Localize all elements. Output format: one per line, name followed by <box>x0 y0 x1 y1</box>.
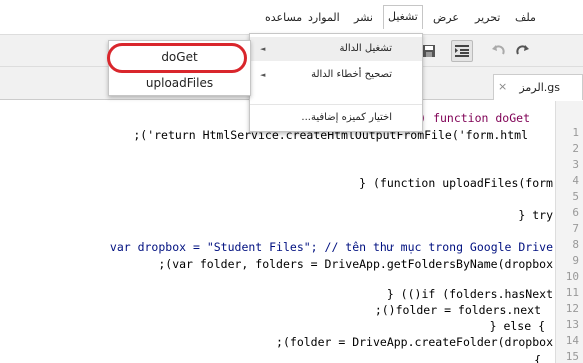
function-submenu: doGet uploadFiles <box>107 40 251 96</box>
tab-label: الرمز.gs <box>519 81 560 94</box>
line-number-gutter: 1 2 3 4 5 6 7 8 9 10 11 12 13 14 15 <box>555 101 583 363</box>
line-number: 7 <box>572 222 579 235</box>
submenu-arrow-icon: ◄ <box>260 45 266 53</box>
line-number: 5 <box>572 190 579 203</box>
menu-item-debug-function[interactable]: ◄ تصحيح أخطاء الدالة <box>250 63 422 87</box>
menu-item-label: تشغيل الدالة <box>339 43 392 54</box>
code-line: } (()if (folders.hasNext <box>386 287 553 301</box>
line-number: 12 <box>565 302 579 315</box>
indent-icon[interactable] <box>451 40 473 62</box>
line-number: 8 <box>572 238 579 251</box>
code-editor[interactable]: { () function doGet ;('return HtmlServic… <box>0 101 583 363</box>
line-number: 4 <box>572 174 579 187</box>
code-line: } (function uploadFiles(form <box>359 176 553 190</box>
line-number: 9 <box>572 254 579 267</box>
menu-item-label: ...اختيار كميزه إضافية <box>301 112 392 123</box>
close-icon[interactable]: × <box>498 80 507 93</box>
menu-help[interactable]: مساعده <box>265 7 302 31</box>
line-number: 14 <box>565 334 579 347</box>
submenu-item-doget[interactable]: doGet <box>109 45 250 69</box>
code-area[interactable]: { () function doGet ;('return HtmlServic… <box>0 101 555 363</box>
line-number: 3 <box>572 158 579 171</box>
line-number: 15 <box>565 350 579 363</box>
menu-item-select-addon[interactable]: ...اختيار كميزه إضافية <box>250 106 422 130</box>
code-line: ;(var folder, folders = DriveApp.getFold… <box>158 257 553 271</box>
code-line: } try <box>518 208 553 222</box>
code-line: } else { <box>489 319 545 333</box>
menu-item-label: تصحيح أخطاء الدالة <box>311 69 392 80</box>
run-dropdown-menu: ◄ تشغيل الدالة ◄ تصحيح أخطاء الدالة ...ا… <box>249 33 423 132</box>
menu-view[interactable]: عرض <box>433 7 459 31</box>
code-line: var dropbox = "Student Files"; // tên th… <box>109 240 553 254</box>
menu-file[interactable]: ملف <box>515 7 536 31</box>
line-number: 2 <box>572 142 579 155</box>
line-number: 11 <box>565 286 579 299</box>
code-line: { <box>534 353 541 363</box>
submenu-arrow-icon: ◄ <box>260 71 266 79</box>
code-line: ;()folder = folders.next <box>374 303 541 317</box>
line-number: 10 <box>565 270 579 283</box>
menu-resources[interactable]: الموارد <box>308 7 340 31</box>
line-number: 13 <box>565 318 579 331</box>
tab-code-gs[interactable]: الرمز.gs × <box>493 74 583 100</box>
menu-publish[interactable]: نشر <box>354 7 373 31</box>
undo-icon[interactable] <box>487 40 509 62</box>
redo-icon[interactable] <box>512 40 534 62</box>
menu-run[interactable]: تشغيل <box>383 5 423 29</box>
menu-divider <box>250 104 422 105</box>
line-number: 6 <box>572 206 579 219</box>
code-line: ;(folder = DriveApp.createFolder(dropbox <box>276 335 553 349</box>
line-number: 1 <box>572 126 579 139</box>
menu-edit[interactable]: تحرير <box>475 7 500 31</box>
menu-bar: ملف تحرير عرض تشغيل نشر الموارد مساعده <box>0 0 583 34</box>
submenu-item-uploadfiles[interactable]: uploadFiles <box>109 71 250 95</box>
menu-item-run-function[interactable]: ◄ تشغيل الدالة <box>250 37 422 61</box>
